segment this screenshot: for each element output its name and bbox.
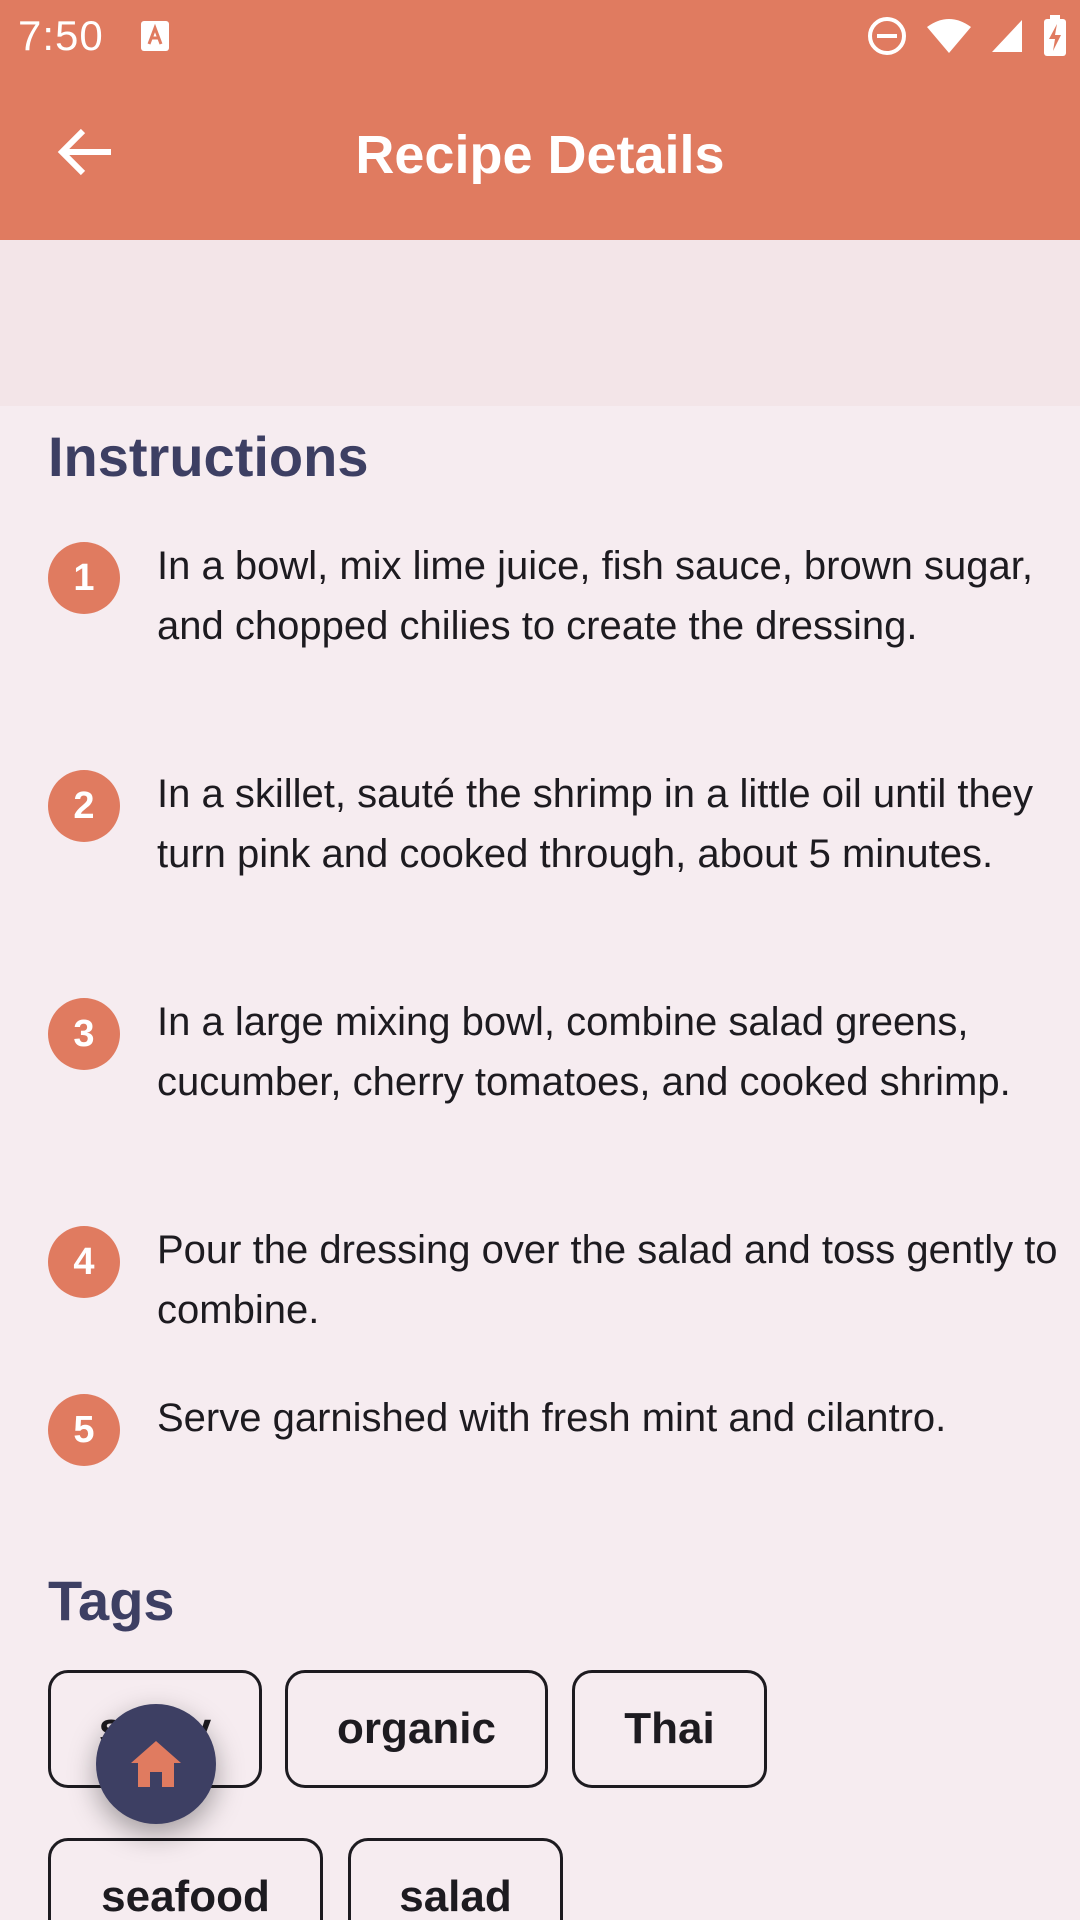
battery-charging-icon <box>1044 15 1066 56</box>
app-bar: Recipe Details <box>0 72 1080 240</box>
instruction-step: 3 In a large mixing bowl, combine salad … <box>48 998 1048 1178</box>
step-number-badge: 5 <box>48 1394 120 1466</box>
status-time: 7:50 <box>18 12 104 59</box>
header: 7:50 Recipe Details <box>0 0 1080 240</box>
step-text: In a skillet, sauté the shrimp in a litt… <box>157 772 1033 876</box>
tag-chip[interactable]: Thai <box>572 1670 767 1788</box>
recipe-image-placeholder <box>0 240 1080 406</box>
home-icon <box>131 1741 181 1787</box>
tags-heading: Tags <box>48 1569 175 1632</box>
instruction-step: 5 Serve garnished with fresh mint and ci… <box>48 1394 1048 1466</box>
status-bar: 7:50 <box>0 0 1080 72</box>
status-icons <box>866 14 1068 58</box>
tag-chip[interactable]: seafood <box>48 1838 323 1920</box>
home-fab-button[interactable] <box>96 1704 216 1824</box>
instructions-heading: Instructions <box>48 425 369 488</box>
step-number-badge: 2 <box>48 770 120 842</box>
step-number-badge: 3 <box>48 998 120 1070</box>
instruction-step: 4 Pour the dressing over the salad and t… <box>48 1226 1058 1346</box>
step-text: In a large mixing bowl, combine salad gr… <box>157 1000 1011 1104</box>
wifi-icon <box>927 19 971 53</box>
page-title: Recipe Details <box>355 125 725 185</box>
do-not-disturb-icon <box>868 17 906 55</box>
a-icon <box>141 21 169 51</box>
step-number-badge: 1 <box>48 542 120 614</box>
step-text: In a bowl, mix lime juice, fish sauce, b… <box>157 544 1033 648</box>
recipe-details-screen: 7:50 Recipe Details Instructions 1 In a … <box>0 0 1080 1920</box>
instruction-step: 2 In a skillet, sauté the shrimp in a li… <box>48 770 1048 950</box>
step-text: Pour the dressing over the salad and tos… <box>157 1228 1058 1332</box>
instruction-step: 1 In a bowl, mix lime juice, fish sauce,… <box>48 542 1048 722</box>
tag-chip[interactable]: organic <box>285 1670 548 1788</box>
tag-chip[interactable]: salad <box>348 1838 563 1920</box>
step-number-badge: 4 <box>48 1226 120 1298</box>
step-text: Serve garnished with fresh mint and cila… <box>157 1396 947 1440</box>
signal-icon <box>992 20 1022 52</box>
